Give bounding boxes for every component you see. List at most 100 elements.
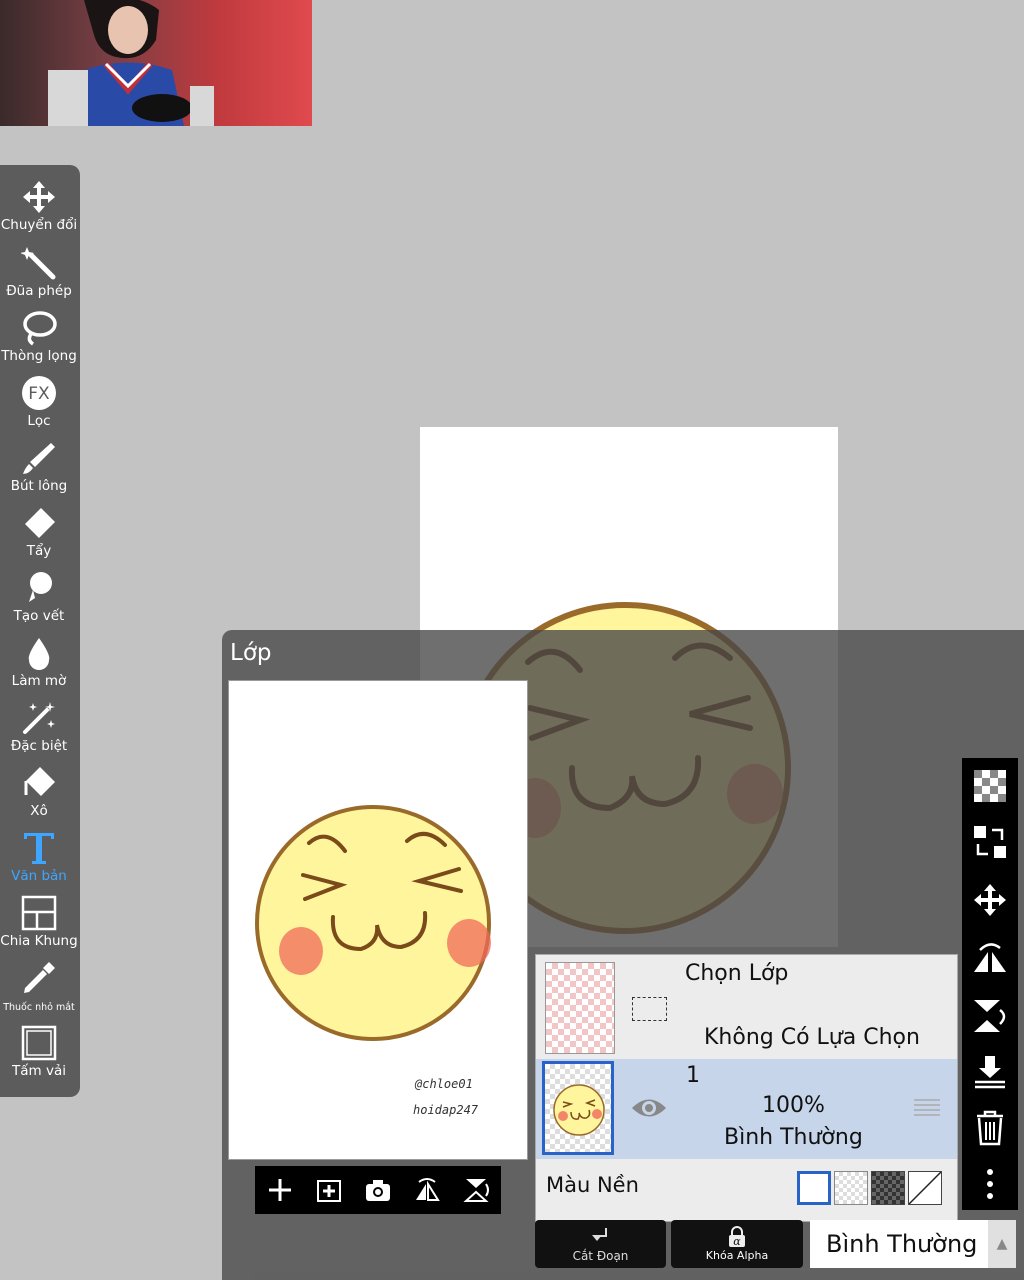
special-brush-icon xyxy=(23,702,55,734)
layer-actions-toolbar xyxy=(255,1166,501,1214)
flip-vertical-icon xyxy=(463,1179,490,1202)
checkerboard-icon xyxy=(974,770,1006,802)
alpha-symbol: α xyxy=(733,1235,741,1248)
move-arrows-icon xyxy=(974,884,1006,916)
swap-layer-button[interactable] xyxy=(972,824,1008,860)
merge-down-icon xyxy=(975,1056,1005,1089)
fx-filter-icon: FX xyxy=(22,376,56,410)
tool-canvas[interactable]: Tấm vải xyxy=(0,1025,78,1089)
plus-icon xyxy=(268,1179,291,1201)
eyedropper-icon xyxy=(24,962,55,993)
lock-alpha-icon: α xyxy=(729,1226,745,1248)
tool-lasso[interactable]: Thòng lọng xyxy=(0,310,78,374)
alpha-lock-label: Khóa Alpha xyxy=(705,1249,769,1262)
lasso-icon xyxy=(23,311,57,346)
alpha-lock-button[interactable]: α Khóa Alpha xyxy=(671,1220,803,1268)
tool-special[interactable]: Đặc biệt xyxy=(0,700,78,764)
frame-divider-icon xyxy=(21,895,57,931)
tool-text[interactable]: Văn bản xyxy=(0,830,78,894)
clipping-arrow-icon xyxy=(591,1227,607,1241)
tool-label: Tấm vải xyxy=(12,1063,66,1079)
blend-mode-dropdown-arrow-icon[interactable]: ▲ xyxy=(988,1220,1016,1268)
background-color-row: Màu Nền xyxy=(536,1159,957,1221)
layer-panel-title: Lớp xyxy=(230,640,272,666)
selection-layer-title: Chọn Lớp xyxy=(685,961,789,986)
flip-horizontal-icon xyxy=(416,1178,440,1201)
trash-icon xyxy=(977,1110,1003,1146)
blur-drop-icon xyxy=(28,638,50,670)
move-layer-button[interactable] xyxy=(972,882,1008,918)
layer-1-blend-mode: Bình Thường xyxy=(724,1125,863,1150)
flip-vertical-button[interactable] xyxy=(458,1172,494,1208)
bucket-icon xyxy=(24,767,55,796)
tool-bucket[interactable]: Xô xyxy=(0,765,78,829)
left-toolbar: Chuyển đổi Đũa phép Thòng lọng FX Lọc Bú… xyxy=(0,165,80,1097)
camera-button[interactable] xyxy=(360,1172,396,1208)
tool-label: Tạo vết xyxy=(13,608,65,624)
preview-emoji xyxy=(255,805,491,1041)
tool-eyedropper[interactable]: Thuốc nhỏ mắt xyxy=(0,960,78,1024)
selection-layer-row[interactable]: Chọn Lớp Không Có Lựa Chọn xyxy=(536,955,957,1060)
tool-blur[interactable]: Làm mờ xyxy=(0,635,78,699)
blend-mode-select[interactable]: Bình Thường xyxy=(810,1220,988,1268)
drag-handle-icon[interactable] xyxy=(914,1097,940,1117)
tool-label: Xô xyxy=(30,803,48,819)
eye-visibility-icon[interactable] xyxy=(630,1095,668,1121)
flip-horizontal-icon xyxy=(974,943,1006,972)
tool-eraser[interactable]: Tẩy xyxy=(0,505,78,569)
layer-1-name: 1 xyxy=(686,1063,700,1088)
bg-swatch-transparent-light[interactable] xyxy=(834,1171,868,1205)
text-icon xyxy=(24,833,54,864)
tool-label: Lọc xyxy=(27,413,51,429)
signature-text-1: @chloe01 xyxy=(415,1077,473,1091)
layer-1-opacity: 100% xyxy=(762,1093,825,1118)
selection-layer-thumbnail xyxy=(545,962,615,1054)
smudge-icon xyxy=(29,572,52,602)
layer-preview: @chloe01 hoidap247 xyxy=(228,680,528,1160)
more-options-button[interactable] xyxy=(972,1166,1008,1202)
add-layer-icon xyxy=(316,1180,341,1202)
flip-horizontal-button[interactable] xyxy=(409,1172,445,1208)
add-layer-button[interactable] xyxy=(262,1172,298,1208)
tool-label: Làm mờ xyxy=(11,673,67,689)
tool-label: Chia Khung xyxy=(0,933,78,949)
background-color-label: Màu Nền xyxy=(546,1173,639,1197)
tool-label: Tẩy xyxy=(26,543,52,559)
thumbnail-emoji xyxy=(553,1084,605,1136)
signature-text-2: hoidap247 xyxy=(413,1103,479,1117)
person-photo xyxy=(48,0,214,126)
tool-smudge[interactable]: Tạo vết xyxy=(0,570,78,634)
selection-layer-status: Không Có Lựa Chọn xyxy=(704,1025,920,1050)
fx-text: FX xyxy=(28,384,50,404)
bg-swatch-transparent-dark[interactable] xyxy=(871,1171,905,1205)
tool-label: Văn bản xyxy=(11,868,67,884)
tool-filter[interactable]: FX Lọc xyxy=(0,375,78,439)
flip-horizontal-right-button[interactable] xyxy=(972,940,1008,976)
bg-swatch-white[interactable] xyxy=(797,1171,831,1205)
clipping-label: Cắt Đoạn xyxy=(572,1248,629,1263)
layer-panel: Lớp @chloe01 hoidap247 Chọn Lớp Không Có… xyxy=(222,630,1024,1280)
tool-label: Thuốc nhỏ mắt xyxy=(3,1002,75,1013)
delete-layer-button[interactable] xyxy=(972,1110,1008,1146)
right-toolbar xyxy=(962,758,1018,1210)
no-background-icon xyxy=(908,1171,942,1205)
tool-magic-wand[interactable]: Đũa phép xyxy=(0,245,78,309)
swap-icon xyxy=(974,826,1006,858)
flip-vertical-right-button[interactable] xyxy=(972,998,1008,1034)
tool-brush[interactable]: Bút lông xyxy=(0,440,78,504)
more-vertical-icon xyxy=(987,1169,993,1199)
brush-icon xyxy=(23,443,55,474)
tool-transform[interactable]: Chuyển đổi xyxy=(0,179,78,243)
add-layer-copy-button[interactable] xyxy=(311,1172,347,1208)
bg-swatch-none[interactable] xyxy=(908,1171,942,1205)
layer-row-1[interactable]: 1 100% Bình Thường xyxy=(536,1059,957,1160)
clipping-button[interactable]: Cắt Đoạn xyxy=(535,1220,666,1268)
camera-icon xyxy=(365,1180,390,1201)
tool-label: Bút lông xyxy=(10,478,68,494)
move-icon xyxy=(23,181,55,213)
tool-label: Đặc biệt xyxy=(10,738,68,754)
merge-down-button[interactable] xyxy=(972,1054,1008,1090)
transparency-button[interactable] xyxy=(972,768,1008,804)
video-thumbnail[interactable] xyxy=(0,0,312,126)
tool-frame-divider[interactable]: Chia Khung xyxy=(0,895,78,959)
